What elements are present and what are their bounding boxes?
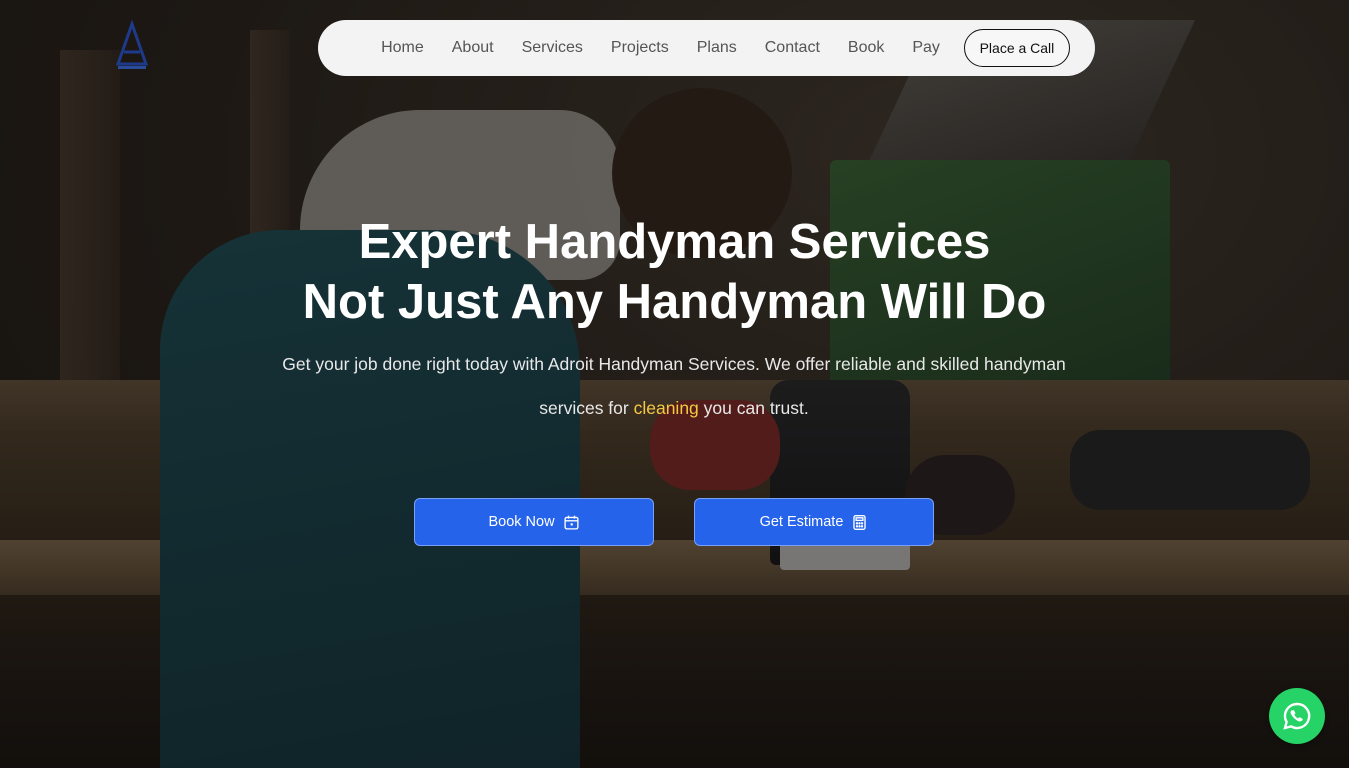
logo-icon[interactable]	[114, 19, 150, 72]
main-nav: Home About Services Projects Plans Conta…	[318, 20, 1095, 76]
hero-highlight-word: cleaning	[633, 398, 699, 418]
hero-title: Expert Handyman Services Not Just Any Ha…	[0, 212, 1349, 332]
nav-plans[interactable]: Plans	[683, 39, 751, 57]
book-now-button[interactable]: Book Now	[414, 498, 654, 546]
hero-title-line1: Expert Handyman Services	[358, 215, 991, 269]
hero-subtitle-end: you can trust.	[698, 398, 809, 418]
book-now-label: Book Now	[488, 514, 555, 530]
place-call-button[interactable]: Place a Call	[963, 29, 1070, 67]
hero-subtitle: Get your job done right today with Adroi…	[264, 342, 1084, 430]
nav-book[interactable]: Book	[834, 39, 898, 57]
whatsapp-icon	[1283, 702, 1311, 730]
calendar-icon	[563, 515, 579, 530]
nav-projects[interactable]: Projects	[597, 39, 683, 57]
whatsapp-chat-button[interactable]	[1269, 688, 1325, 744]
nav-contact[interactable]: Contact	[751, 39, 834, 57]
get-estimate-label: Get Estimate	[759, 514, 844, 530]
calculator-icon	[853, 514, 867, 530]
nav-about[interactable]: About	[438, 39, 508, 57]
nav-pay[interactable]: Pay	[898, 39, 954, 57]
nav-services[interactable]: Services	[508, 39, 597, 57]
nav-home[interactable]: Home	[367, 39, 438, 57]
hero-title-line2: Not Just Any Handyman Will Do	[302, 275, 1047, 329]
get-estimate-button[interactable]: Get Estimate	[694, 498, 934, 546]
